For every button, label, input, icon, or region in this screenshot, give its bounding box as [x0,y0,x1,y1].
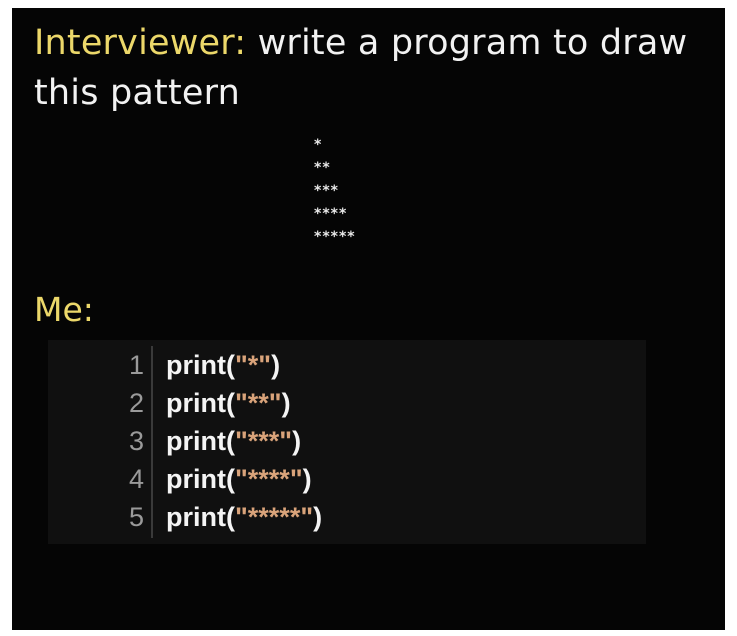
string-literal: "**" [234,388,282,418]
me-label: Me: [34,290,94,329]
code-line: 3 print("***") [48,422,646,460]
code-line: 5 print("*****") [48,498,646,536]
string-literal: "****" [234,464,303,494]
line-number: 2 [128,388,144,418]
code-call: print( [166,464,235,494]
code-editor: 1 print("*") 2 print("**") 3 print("***"… [48,340,646,544]
code-statement: print("***") [166,422,301,460]
interviewer-label: Interviewer: [34,23,247,63]
star-pattern: * ** *** **** ***** [314,134,356,249]
line-number: 4 [128,464,144,494]
code-call: print( [166,350,235,380]
string-literal: "*" [234,350,272,380]
code-statement: print("**") [166,384,291,422]
code-call: print( [166,502,235,532]
pattern-line-5: ***** [314,229,356,245]
line-number: 5 [128,502,144,532]
string-literal: "*****" [234,502,314,532]
code-line: 4 print("****") [48,460,646,498]
pattern-line-4: **** [314,206,348,222]
meme-frame: Interviewer: write a program to draw thi… [12,8,725,630]
pattern-line-3: *** [314,183,339,199]
code-statement: print("****") [166,460,312,498]
pattern-line-2: ** [314,160,331,176]
code-statement: print("*") [166,346,280,384]
line-number: 3 [128,426,144,456]
code-statement: print("*****") [166,498,322,536]
code-close: ) [271,350,281,380]
code-call: print( [166,426,235,456]
code-close: ) [281,388,291,418]
string-literal: "***" [234,426,293,456]
code-line: 2 print("**") [48,384,646,422]
code-close: ) [313,502,323,532]
code-close: ) [292,426,302,456]
code-line: 1 print("*") [48,346,646,384]
pattern-line-1: * [314,137,323,153]
code-close: ) [302,464,312,494]
interviewer-question: Interviewer: write a program to draw thi… [34,18,714,118]
line-number: 1 [128,350,144,380]
code-call: print( [166,388,235,418]
